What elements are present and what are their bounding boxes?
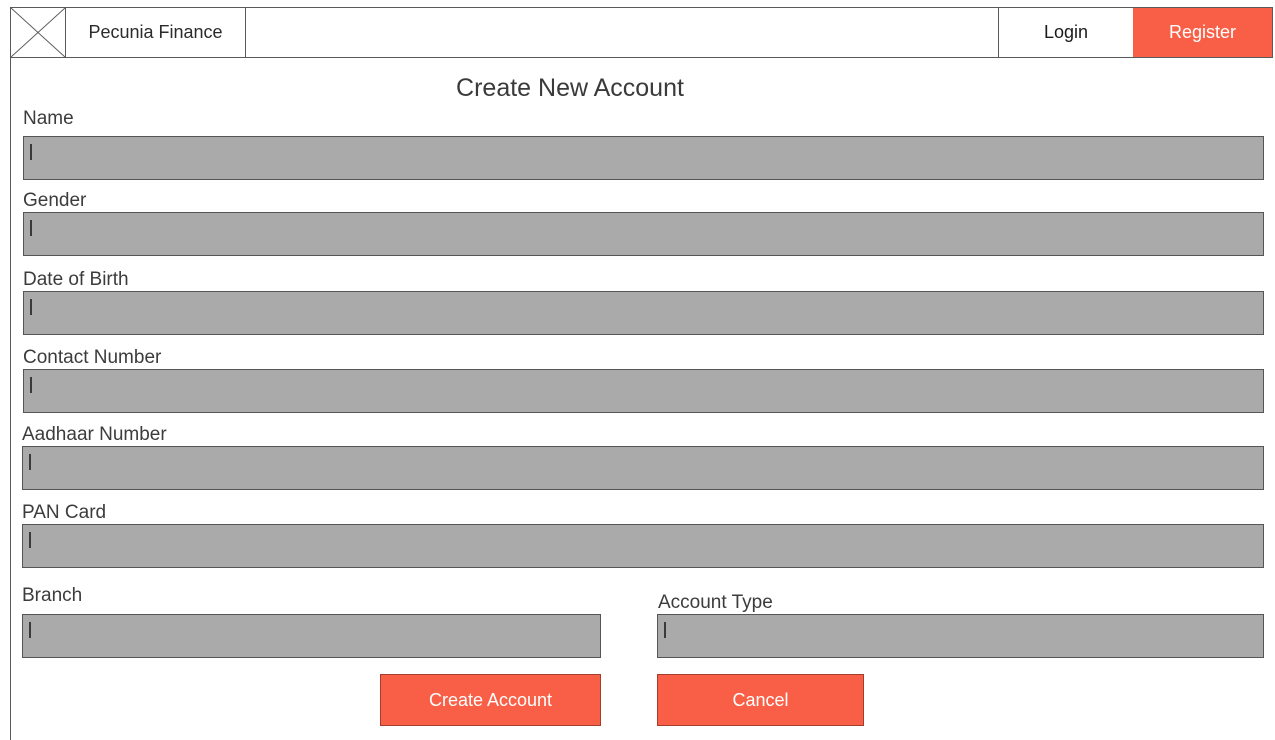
create-account-button[interactable]: Create Account <box>380 674 601 726</box>
pan-label: PAN Card <box>22 502 107 523</box>
text-caret <box>30 377 32 393</box>
account-type-label: Account Type <box>658 592 773 613</box>
page: Pecunia Finance Login Register Create Ne… <box>0 0 1275 740</box>
dob-input[interactable] <box>23 291 1264 335</box>
login-button[interactable]: Login <box>998 8 1133 57</box>
name-label: Name <box>23 108 74 129</box>
aadhaar-input[interactable] <box>22 446 1264 490</box>
top-nav-bar: Pecunia Finance Login Register <box>10 7 1273 58</box>
text-caret <box>29 454 31 470</box>
image-placeholder-icon <box>11 8 65 57</box>
branch-input[interactable] <box>22 614 601 658</box>
text-caret <box>30 220 32 236</box>
gender-input[interactable] <box>23 212 1264 256</box>
text-caret <box>30 144 32 160</box>
brand-name[interactable]: Pecunia Finance <box>66 8 246 57</box>
cancel-button[interactable]: Cancel <box>657 674 864 726</box>
logo[interactable] <box>11 8 66 57</box>
account-type-input[interactable] <box>657 614 1264 658</box>
contact-label: Contact Number <box>23 347 162 368</box>
text-caret <box>29 532 31 548</box>
contact-input[interactable] <box>23 369 1264 413</box>
text-caret <box>30 299 32 315</box>
gender-label: Gender <box>23 190 87 211</box>
name-input[interactable] <box>23 136 1264 180</box>
frame-border <box>10 58 11 740</box>
pan-input[interactable] <box>22 524 1264 568</box>
text-caret <box>29 622 31 638</box>
aadhaar-label: Aadhaar Number <box>22 424 167 445</box>
text-caret <box>664 622 666 638</box>
branch-label: Branch <box>22 585 83 606</box>
dob-label: Date of Birth <box>23 269 129 290</box>
register-button[interactable]: Register <box>1133 8 1272 57</box>
page-title: Create New Account <box>456 74 684 102</box>
